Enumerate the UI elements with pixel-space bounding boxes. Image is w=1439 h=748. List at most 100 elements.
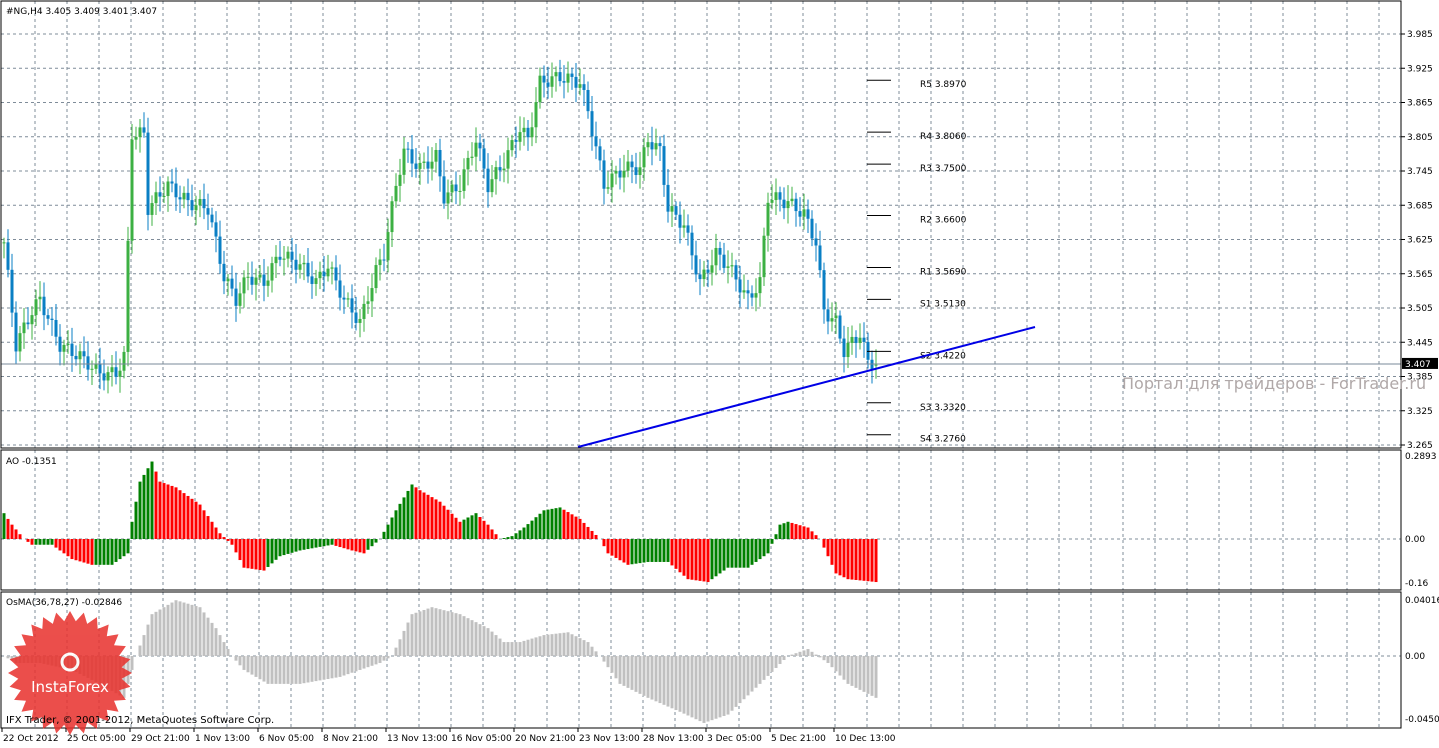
ao-bar: [74, 539, 78, 561]
candle: [302, 262, 306, 265]
osma-bar: [226, 649, 230, 656]
candle: [654, 143, 658, 150]
candle: [782, 199, 786, 209]
osma-panel[interactable]: [6, 600, 878, 723]
x-tick-label: 6 Nov 05:00: [259, 734, 314, 744]
candle: [802, 209, 806, 217]
ao-bar: [650, 539, 654, 562]
ao-bar: [262, 539, 266, 571]
candle: [10, 269, 14, 313]
ao-bar: [370, 539, 374, 547]
candle: [710, 265, 714, 273]
ao-bar: [62, 539, 66, 554]
osma-bar: [398, 639, 402, 656]
osma-bar: [318, 656, 322, 681]
osma-bar: [626, 656, 630, 688]
osma-y-tick-label: 0.04016: [1405, 596, 1439, 606]
candle: [766, 202, 770, 236]
ao-bar: [242, 539, 246, 568]
ao-bar: [254, 539, 258, 570]
osma-bar: [514, 642, 518, 656]
ao-bar: [154, 471, 158, 539]
osma-y-tick-label: 0.00: [1405, 652, 1425, 662]
ao-bar: [822, 539, 826, 548]
candle: [498, 167, 502, 171]
ao-bar: [618, 539, 622, 561]
ao-bar: [274, 539, 278, 560]
osma-bar: [334, 656, 338, 678]
osma-bar: [410, 614, 414, 656]
candle: [14, 312, 18, 352]
candle: [634, 167, 638, 175]
osma-y-tick-label: -0.04505: [1405, 715, 1439, 725]
candle: [90, 368, 94, 370]
candle: [594, 136, 598, 147]
candle: [702, 269, 706, 280]
ao-bar: [862, 539, 866, 581]
ao-bar: [270, 539, 274, 564]
candle: [162, 195, 166, 197]
ao-bar: [866, 539, 870, 582]
ao-bar: [586, 526, 590, 539]
candle: [646, 142, 650, 148]
candle: [170, 181, 174, 184]
osma-bar: [266, 656, 270, 684]
ao-bar: [558, 507, 562, 539]
ao-bar: [494, 534, 498, 539]
candle: [290, 251, 294, 260]
y-tick-label: 3.445: [1407, 338, 1433, 348]
x-tick-label: 3 Dec 05:00: [707, 734, 762, 744]
ao-bar: [78, 539, 82, 562]
candle: [150, 203, 154, 215]
osma-bar: [582, 640, 586, 656]
ao-bar: [214, 527, 218, 539]
osma-bar: [522, 640, 526, 656]
osma-bar: [478, 624, 482, 656]
osma-bar: [842, 656, 846, 680]
ao-bar: [170, 485, 174, 539]
osma-bar: [550, 634, 554, 656]
candle: [114, 367, 118, 377]
y-tick-label: 3.805: [1407, 133, 1433, 143]
candle: [354, 312, 358, 323]
osma-bar: [810, 651, 814, 656]
ao-bar: [134, 501, 138, 539]
x-tick-label: 8 Nov 21:00: [323, 734, 378, 744]
ao-bar: [338, 539, 342, 548]
osma-bar: [586, 642, 590, 656]
osma-bar: [846, 656, 850, 684]
osma-bar: [518, 642, 522, 656]
ao-bar: [398, 503, 402, 539]
candle: [338, 280, 342, 298]
osma-bar: [386, 656, 390, 659]
candle: [590, 111, 594, 137]
osma-bar: [754, 656, 758, 688]
osma-bar: [834, 656, 838, 672]
candle: [382, 259, 386, 261]
candle: [650, 142, 654, 150]
osma-bar: [330, 656, 334, 679]
candle: [194, 205, 198, 211]
ao-bar: [210, 521, 214, 539]
candle: [554, 72, 558, 77]
ao-bar: [826, 539, 830, 557]
candle: [438, 149, 442, 177]
osma-bar: [234, 656, 238, 661]
osma-bar: [254, 656, 258, 677]
osma-bar: [574, 636, 578, 656]
osma-bar: [674, 656, 678, 711]
y-tick-label: 3.925: [1407, 64, 1433, 74]
candle: [294, 259, 298, 270]
candle: [690, 232, 694, 256]
ao-bar: [710, 539, 714, 580]
ao-bar: [662, 539, 666, 562]
ao-bar: [766, 539, 770, 554]
candle: [658, 143, 662, 147]
y-tick-label: 3.505: [1407, 304, 1433, 314]
osma-bar: [538, 636, 542, 656]
osma-bar: [370, 656, 374, 666]
ao-panel[interactable]: [2, 461, 878, 583]
ao-bar: [38, 539, 42, 545]
candle: [726, 266, 730, 268]
trading-chart[interactable]: R5 3.8970 R4 3.8060 R3 3.7500 R2 3.6600 R1 3…: [0, 0, 1439, 745]
